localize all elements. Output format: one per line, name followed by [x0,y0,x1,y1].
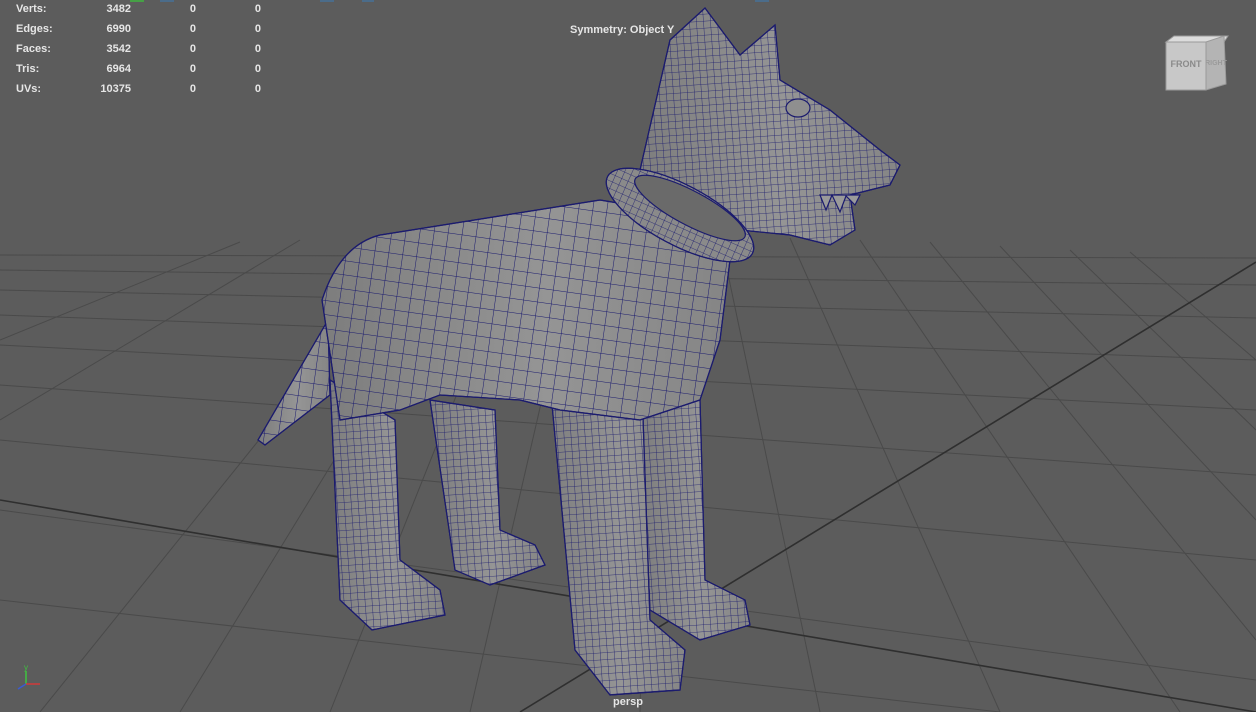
hud-value: 0 [254,23,261,35]
hud-value: 3542 [106,43,131,55]
hud-value: 0 [254,83,261,95]
wolf-eye [785,98,811,118]
view-cube-right-label: RIGHT [1205,60,1228,67]
hud-value: 0 [189,63,196,75]
hud-label: Verts: [16,3,47,15]
viewport-scene[interactable] [0,0,1256,712]
hud-value: 0 [254,3,261,15]
hud-label: Faces: [16,43,51,55]
hud-value: 0 [254,63,261,75]
hud-row-edges: Edges: 6990 0 0 [0,23,270,37]
symmetry-status: Symmetry: Object Y [570,24,675,36]
camera-name: persp [613,696,643,708]
wolf-mesh[interactable] [257,7,901,696]
hud-value: 0 [254,43,261,55]
view-cube-front-label: FRONT [1171,59,1202,69]
hud-value: 0 [189,3,196,15]
hud-value: 0 [189,43,196,55]
axis-gizmo: y [17,663,40,690]
axis-y-label: y [24,663,28,672]
hud-label: Edges: [16,23,53,35]
hud-value: 3482 [106,3,131,15]
hud-value: 6990 [106,23,131,35]
selection-indicator [160,0,174,2]
hud-label: Tris: [16,63,40,75]
hud-row-faces: Faces: 3542 0 0 [0,43,270,57]
z-axis-icon [17,683,27,690]
hud-row-uvs: UVs: 10375 0 0 [0,83,270,97]
wolf-teeth [819,193,861,214]
hud-row-verts: Verts: 3482 0 0 [0,3,270,17]
hud-value: 10375 [100,83,131,95]
hud-value: 0 [189,23,196,35]
hud-value: 0 [189,83,196,95]
hud-label: UVs: [16,83,42,95]
maya-viewport[interactable]: Verts: 3482 0 0 Edges: 6990 0 0 Faces: 3… [0,0,1256,712]
hud-value: 6964 [106,63,131,75]
hud-row-tris: Tris: 6964 0 0 [0,63,270,77]
selection-indicator [320,0,334,2]
selection-indicator [362,0,374,2]
view-cube[interactable]: FRONT RIGHT [1162,32,1232,94]
selection-indicator [130,0,144,2]
selection-indicator [755,0,769,2]
